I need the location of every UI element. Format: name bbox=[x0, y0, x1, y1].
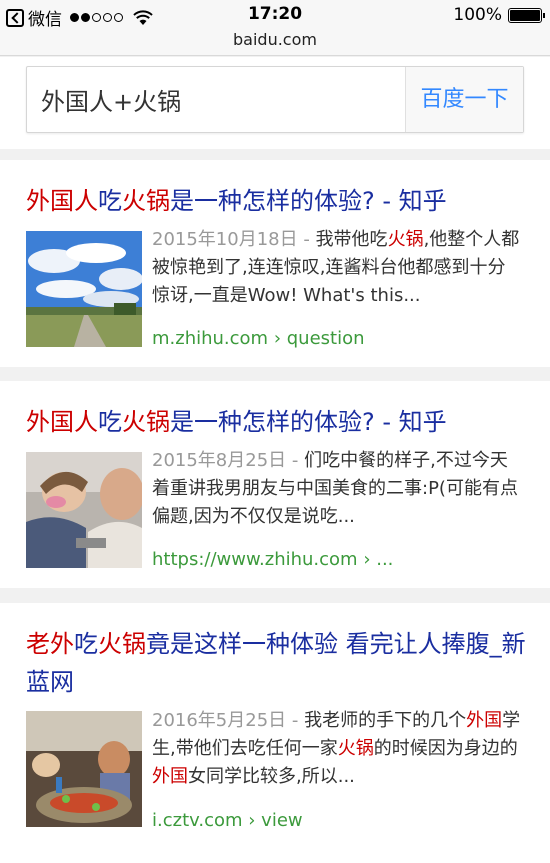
result-title[interactable]: 外国人吃火锅是一种怎样的体验? - 知乎 bbox=[26, 403, 526, 441]
result-title[interactable]: 外国人吃火锅是一种怎样的体验? - 知乎 bbox=[26, 182, 526, 220]
title-keyword-highlight[interactable]: 火锅 bbox=[122, 408, 170, 436]
result-thumbnail[interactable] bbox=[26, 711, 142, 827]
result-card[interactable]: 外国人吃火锅是一种怎样的体验? - 知乎 2015年8月25日 - 们吃中餐的样… bbox=[0, 381, 550, 588]
sky-field-photo bbox=[26, 231, 142, 347]
search-input[interactable] bbox=[27, 67, 405, 132]
title-text[interactable]: 吃 bbox=[98, 187, 122, 215]
snippet-keyword-highlight: 外国 bbox=[466, 710, 503, 731]
battery-percent: 100% bbox=[453, 5, 502, 25]
result-title[interactable]: 老外吃火锅竟是这样一种体验 看完让人捧腹_新蓝网 bbox=[26, 625, 526, 701]
result-date: 2015年8月25日 - bbox=[152, 450, 305, 471]
search-area: 百度一下 bbox=[0, 57, 550, 149]
title-keyword-highlight[interactable]: 外国人 bbox=[26, 408, 98, 436]
status-right: 100% bbox=[453, 5, 545, 25]
result-url[interactable]: m.zhihu.com › question bbox=[152, 328, 365, 349]
result-card[interactable]: 老外吃火锅竟是这样一种体验 看完让人捧腹_新蓝网 2016年5月25日 - 我老… bbox=[0, 603, 550, 863]
result-url[interactable]: i.cztv.com › view bbox=[152, 810, 303, 831]
title-keyword-highlight[interactable]: 火锅 bbox=[98, 630, 146, 658]
snippet-text: 我带他吃 bbox=[315, 229, 388, 250]
result-url[interactable]: https://www.zhihu.com › ... bbox=[152, 549, 393, 570]
snippet-text: 女同学比较多,所以... bbox=[188, 766, 355, 787]
title-keyword-highlight[interactable]: 火锅 bbox=[122, 187, 170, 215]
result-thumbnail[interactable] bbox=[26, 452, 142, 568]
url-bar[interactable]: baidu.com bbox=[0, 30, 550, 56]
snippet-text: 的时候因为身边的 bbox=[373, 738, 518, 759]
snippet-keyword-highlight: 火锅 bbox=[337, 738, 374, 759]
title-keyword-highlight[interactable]: 老外 bbox=[26, 630, 74, 658]
battery-fill bbox=[510, 9, 540, 21]
title-keyword-highlight[interactable]: 外国人 bbox=[26, 187, 98, 215]
result-snippet: 2015年10月18日 - 我带他吃火锅,他整个人都被惊艳到了,连连惊叹,连酱料… bbox=[152, 226, 522, 310]
status-bar: 微信 17:20 100% bbox=[0, 0, 550, 30]
hotpot-dinner-photo bbox=[26, 711, 142, 827]
result-card[interactable]: 外国人吃火锅是一种怎样的体验? - 知乎 2015年10月18日 - 我带他吃火… bbox=[0, 160, 550, 367]
url-domain[interactable]: baidu.com bbox=[233, 30, 317, 49]
title-text[interactable]: 吃 bbox=[98, 408, 122, 436]
people-photo bbox=[26, 452, 142, 568]
search-button[interactable]: 百度一下 bbox=[405, 67, 523, 132]
result-date: 2016年5月25日 - bbox=[152, 710, 305, 731]
snippet-text: 我老师的手下的几个 bbox=[304, 710, 467, 731]
result-thumbnail[interactable] bbox=[26, 231, 142, 347]
title-text[interactable]: 吃 bbox=[74, 630, 98, 658]
result-date: 2015年10月18日 - bbox=[152, 229, 316, 250]
snippet-keyword-highlight: 火锅 bbox=[387, 229, 424, 250]
search-box: 百度一下 bbox=[26, 66, 524, 133]
title-text[interactable]: 是一种怎样的体验? - 知乎 bbox=[170, 408, 447, 436]
title-text[interactable]: 是一种怎样的体验? - 知乎 bbox=[170, 187, 447, 215]
snippet-keyword-highlight: 外国 bbox=[152, 766, 188, 787]
battery-icon bbox=[508, 7, 545, 23]
result-snippet: 2015年8月25日 - 们吃中餐的样子,不过今天着重讲我男朋友与中国美食的二事… bbox=[152, 447, 522, 531]
result-snippet: 2016年5月25日 - 我老师的手下的几个外国学生,带他们去吃任何一家火锅的时… bbox=[152, 707, 522, 791]
